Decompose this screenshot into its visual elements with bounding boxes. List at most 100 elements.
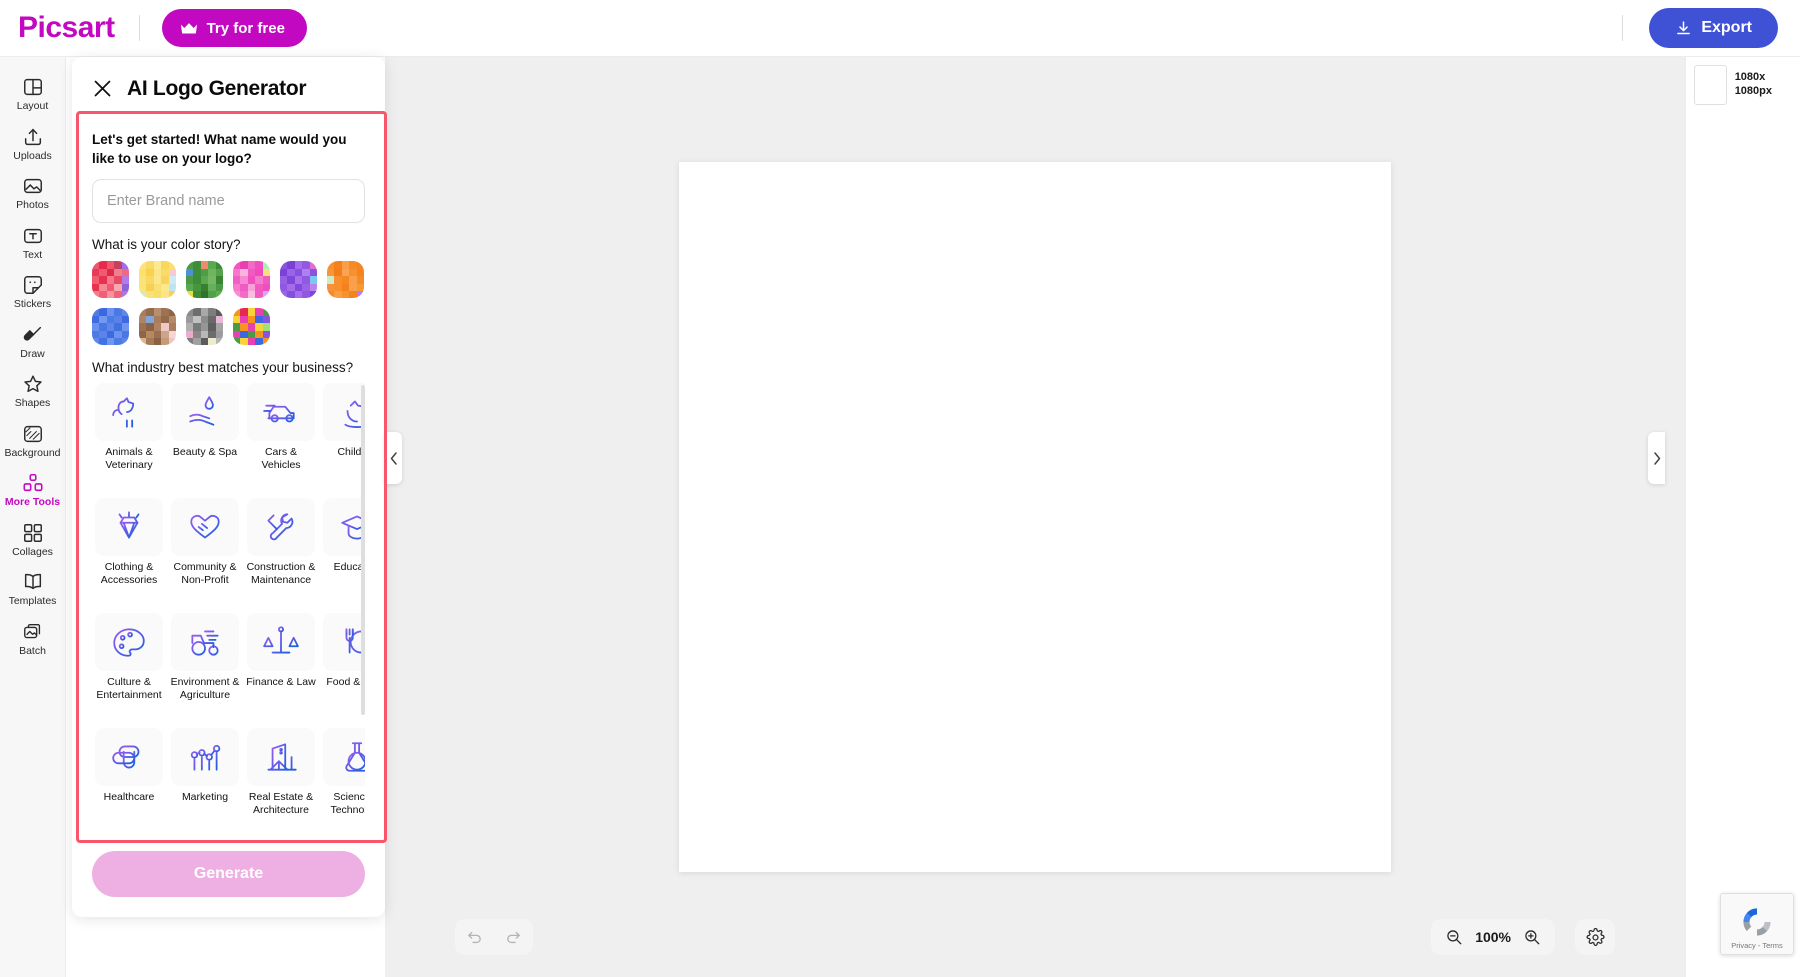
swatch-tile <box>208 276 216 284</box>
sidebar-item-uploads[interactable]: Uploads <box>0 119 66 169</box>
swatch-tile <box>240 330 248 338</box>
sidebar-item-layout[interactable]: Layout <box>0 69 66 119</box>
swatch-tile <box>334 290 342 299</box>
color-story-swatch[interactable] <box>139 261 176 299</box>
sidebar-item-photos[interactable]: Photos <box>0 168 66 218</box>
swatch-tile <box>146 315 154 324</box>
color-story-swatch[interactable] <box>92 308 129 346</box>
industry-card[interactable]: Healthcare <box>92 728 166 839</box>
swatch-tile <box>92 276 100 284</box>
export-button[interactable]: Export <box>1649 8 1778 48</box>
swatch-tile <box>121 337 129 346</box>
industry-card[interactable]: Food & Drink <box>320 613 365 724</box>
generate-button[interactable]: Generate <box>92 851 365 897</box>
zoom-out-icon[interactable] <box>1445 928 1463 946</box>
color-story-swatch[interactable] <box>186 261 223 299</box>
industry-card[interactable]: Real Estate & Architecture <box>244 728 318 839</box>
sidebar-item-text[interactable]: Text <box>0 218 66 268</box>
industry-icon-tile <box>95 728 163 787</box>
industry-card[interactable]: Cars & Vehicles <box>244 383 318 494</box>
close-icon[interactable] <box>92 78 113 99</box>
swatch-tile <box>161 268 169 277</box>
industry-card-label: Clothing & Accessories <box>100 561 158 587</box>
undo-icon[interactable] <box>466 929 483 946</box>
swatch-tile <box>247 330 256 338</box>
industry-icon-tile <box>247 383 315 442</box>
swatch-tile <box>186 308 194 316</box>
industry-card[interactable]: Clothing & Accessories <box>92 498 166 609</box>
zoom-in-icon[interactable] <box>1523 928 1541 946</box>
header-divider-right <box>1622 15 1624 41</box>
color-story-swatch[interactable] <box>233 308 270 346</box>
industry-card[interactable]: Children <box>320 383 365 494</box>
industry-card[interactable]: Marketing <box>168 728 242 839</box>
sidebar-item-collages[interactable]: Collages <box>0 515 66 565</box>
dog-cat-icon <box>112 397 135 428</box>
color-story-swatch[interactable] <box>92 261 129 299</box>
artboard[interactable] <box>679 162 1391 872</box>
industry-card-label: Environment & Agriculture <box>170 676 240 701</box>
industry-icon-tile <box>323 613 365 672</box>
swatch-tile <box>208 330 216 338</box>
sidebar-item-stickers[interactable]: Stickers <box>0 267 66 317</box>
industry-card[interactable]: Beauty & Spa <box>168 383 242 494</box>
page-thumbnail[interactable] <box>1694 65 1727 105</box>
industry-icon-tile <box>323 728 365 787</box>
industry-card[interactable]: Community & Non-Profit <box>168 498 242 609</box>
redo-icon[interactable] <box>505 929 522 946</box>
sidebar-item-templates[interactable]: Templates <box>0 564 66 614</box>
swatch-tile <box>215 330 223 338</box>
color-story-swatch[interactable] <box>233 261 270 299</box>
canvas-stage[interactable] <box>385 57 1685 977</box>
color-story-swatch[interactable] <box>186 308 223 346</box>
swatch-tile <box>262 323 270 331</box>
swatch-tile <box>302 268 310 277</box>
sticker-icon <box>23 276 42 295</box>
swatch-tile <box>114 315 122 324</box>
picsart-logo[interactable]: Picsart <box>18 11 115 45</box>
sidebar-item-batch[interactable]: Batch <box>0 614 66 664</box>
sidebar-item-background[interactable]: Background <box>0 416 66 466</box>
settings-button[interactable] <box>1575 919 1615 955</box>
swatch-tile <box>186 268 194 277</box>
swatch-tile <box>287 290 295 299</box>
industry-card[interactable]: Finance & Law <box>244 613 318 724</box>
swatch-tile <box>302 283 310 291</box>
industry-card[interactable]: Culture & Entertainment <box>92 613 166 724</box>
page-item[interactable]: 1080x 1080px <box>1694 65 1792 105</box>
swatch-tile <box>356 276 364 284</box>
industry-card[interactable]: Education <box>320 498 365 609</box>
sidebar-item-draw[interactable]: Draw <box>0 317 66 367</box>
color-story-swatch[interactable] <box>280 261 317 299</box>
background-icon <box>23 425 42 442</box>
recaptcha-badge[interactable]: Privacy - Terms <box>1720 893 1794 955</box>
sidebar-item-more-tools[interactable]: More Tools <box>0 465 66 515</box>
swatch-tile <box>215 308 223 316</box>
swatch-tile <box>255 315 263 324</box>
swatch-tile <box>168 276 176 284</box>
swatch-tile <box>161 283 169 291</box>
swatch-tile <box>247 290 256 299</box>
swatch-tile <box>106 283 115 291</box>
swatch-tile <box>153 337 162 346</box>
swatch-tile <box>200 283 209 291</box>
swatch-tile <box>92 308 100 316</box>
industry-card[interactable]: Animals & Veterinary <box>92 383 166 494</box>
swatch-tile <box>262 308 270 316</box>
try-for-free-button[interactable]: Try for free <box>161 9 307 47</box>
panel-expand-right-button[interactable] <box>1648 432 1665 484</box>
industry-card[interactable]: Science & Technology <box>320 728 365 839</box>
industry-card[interactable]: Environment & Agriculture <box>168 613 242 724</box>
color-story-swatch[interactable] <box>327 261 364 299</box>
swatch-tile <box>146 290 154 299</box>
sidebar-item-shapes[interactable]: Shapes <box>0 366 66 416</box>
swatch-tile <box>153 261 162 269</box>
industry-card[interactable]: Construction & Maintenance <box>244 498 318 609</box>
swatch-tile <box>215 337 223 346</box>
swatch-tile <box>287 276 295 284</box>
swatch-tile <box>233 330 241 338</box>
color-story-swatch[interactable] <box>139 308 176 346</box>
industry-scrollbar[interactable] <box>361 385 365 716</box>
panel-collapse-left-button[interactable] <box>385 432 402 484</box>
brand-name-input[interactable] <box>92 179 365 224</box>
